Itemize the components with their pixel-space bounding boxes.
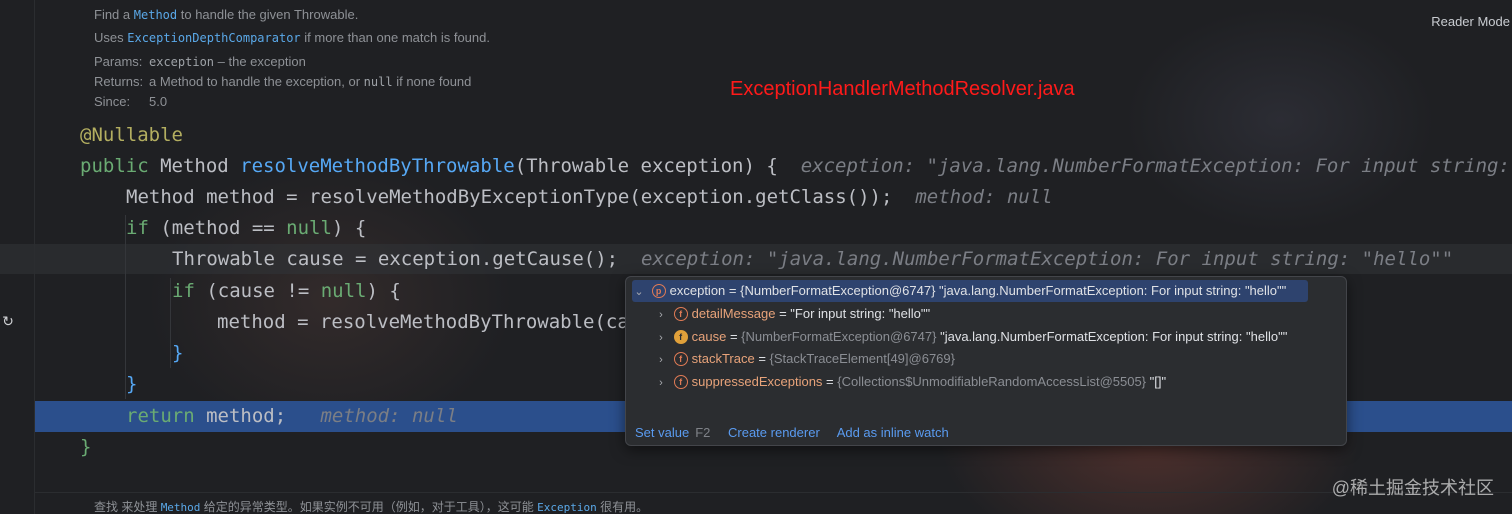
inline-value-hint: method: null	[915, 186, 1053, 208]
add-inline-watch-link[interactable]: Add as inline watch	[837, 425, 949, 440]
doc-line-returns: Returns: a Method to handle the exception…	[94, 74, 472, 89]
recursive-call-icon[interactable]: ↻	[0, 313, 16, 329]
chevron-right-icon[interactable]: ›	[654, 327, 668, 349]
tree-row-stack-trace[interactable]: › f stackTrace = {StackTraceElement[49]@6…	[654, 348, 955, 370]
doc-line-params: Params: exception – the exception	[94, 54, 306, 69]
code-line-6: if (cause != null) {	[172, 280, 401, 302]
doc-code-method[interactable]: Method	[134, 8, 177, 22]
set-value-link[interactable]: Set value F2	[635, 425, 710, 440]
chevron-right-icon[interactable]: ›	[654, 349, 668, 371]
code-line-8: }	[172, 342, 184, 364]
code-line-10: return method; method: null	[126, 405, 458, 427]
code-line-2: public Method resolveMethodByThrowable(T…	[80, 155, 1510, 177]
code-line-7: method = resolveMethodByThrowable(ca	[217, 311, 629, 333]
field-icon: f	[673, 374, 688, 389]
reader-mode-button[interactable]: Reader Mode	[1431, 14, 1512, 29]
doc-code-comparator[interactable]: ExceptionDepthComparator	[127, 31, 300, 45]
popup-actions: Set value F2 Create renderer Add as inlin…	[635, 425, 963, 440]
inline-value-hint: exception: "java.lang.NumberFormatExcept…	[641, 248, 1454, 270]
create-renderer-link[interactable]: Create renderer	[728, 425, 820, 440]
field-icon: f	[673, 306, 688, 321]
shortcut-key: F2	[695, 425, 711, 440]
filename-annotation: ExceptionHandlerMethodResolver.java	[730, 78, 1075, 100]
doc-separator	[34, 492, 1512, 493]
chevron-right-icon[interactable]: ›	[654, 304, 668, 326]
inline-value-hint: exception: "java.lang.NumberFormatExcept…	[800, 155, 1510, 177]
code-line-1: @Nullable	[80, 124, 183, 146]
tree-row-exception[interactable]: ⌄ p exception = {NumberFormatException@67…	[632, 280, 1308, 302]
tree-row-detail-message[interactable]: › f detailMessage = "For input string: "h…	[654, 303, 930, 325]
code-editor[interactable]: ↻ Reader Mode Find a Method to handle th…	[0, 0, 1512, 514]
code-line-4: if (method == null) {	[126, 217, 367, 239]
watermark: @稀土掘金技术社区	[1331, 478, 1494, 498]
chevron-right-icon[interactable]: ›	[654, 372, 668, 394]
debugger-value-popup[interactable]: ⌄ p exception = {NumberFormatException@67…	[625, 276, 1347, 446]
tree-row-cause[interactable]: › f cause = {NumberFormatException@6747} …	[654, 326, 1287, 348]
tree-row-suppressed-exceptions[interactable]: › f suppressedExceptions = {Collections$U…	[654, 371, 1166, 393]
code-line-9: }	[126, 373, 138, 395]
gutter-divider	[34, 0, 35, 514]
indent-guide	[170, 278, 171, 368]
field-icon: f	[673, 351, 688, 366]
chevron-down-icon[interactable]: ⌄	[632, 281, 646, 303]
code-line-11: }	[80, 436, 92, 458]
doc-line-since: Since: 5.0	[94, 94, 168, 109]
field-icon: f	[673, 329, 688, 344]
parameter-icon: p	[651, 283, 666, 298]
doc-line-uses: Uses ExceptionDepthComparator if more th…	[94, 30, 490, 45]
doc-line-find: Find a Method to handle the given Throwa…	[94, 7, 359, 22]
bottom-javadoc-line: 查找 来处理 Method 给定的异常类型。如果实例不可用（例如，对于工具），这…	[94, 500, 649, 514]
inline-value-hint: method: null	[320, 405, 458, 427]
code-line-3: Method method = resolveMethodByException…	[126, 186, 1053, 208]
code-line-5: Throwable cause = exception.getCause(); …	[172, 248, 1454, 270]
